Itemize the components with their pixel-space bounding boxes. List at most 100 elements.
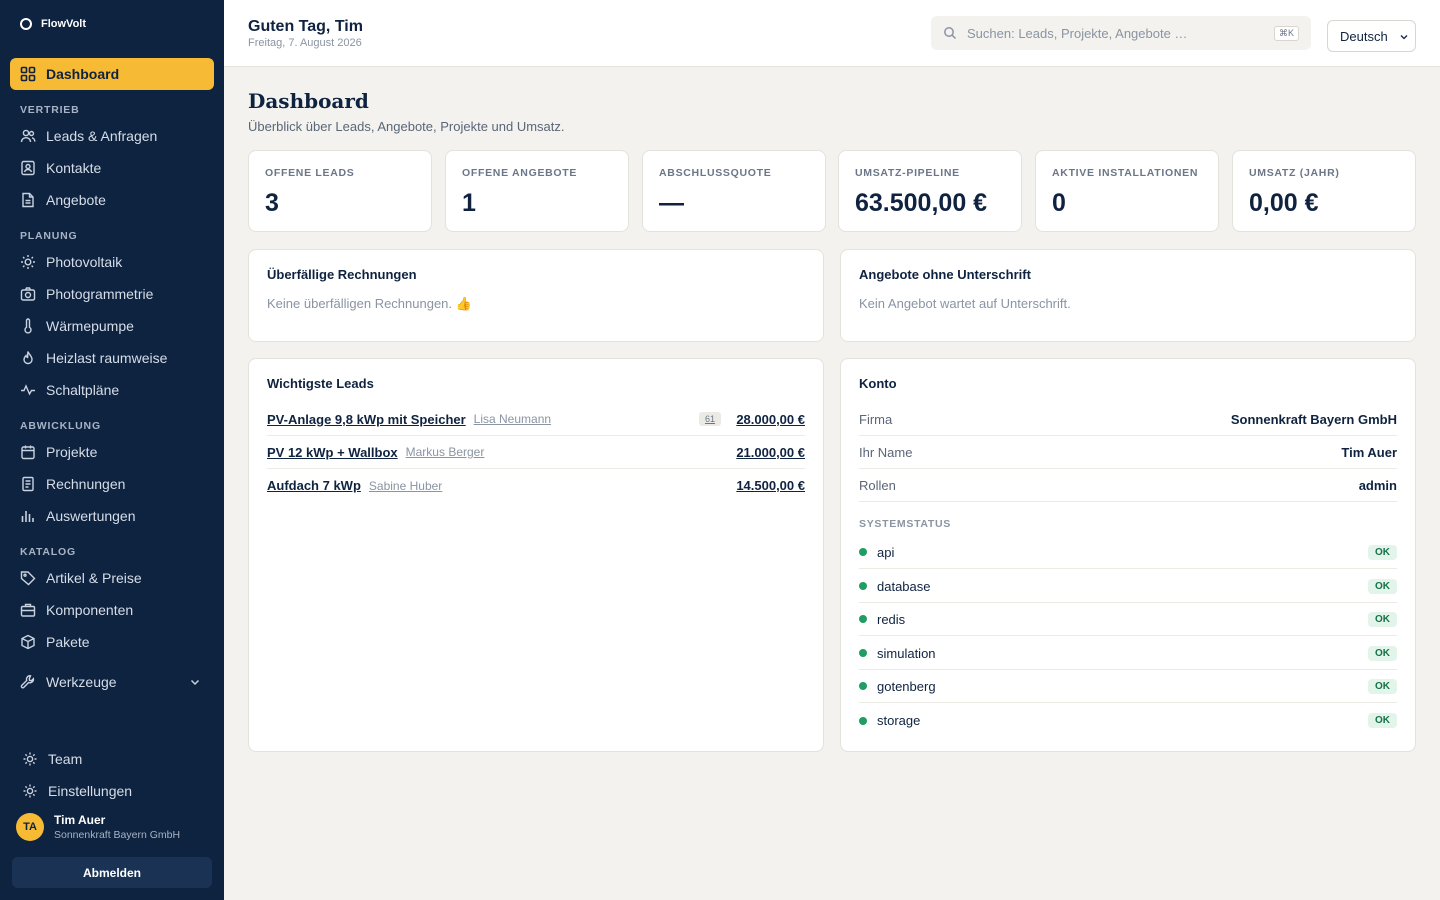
tag-icon — [20, 571, 36, 586]
sidebar-item-label: Rechnungen — [46, 476, 126, 492]
grid-icon — [20, 66, 36, 82]
stat-card-aktive-installationen[interactable]: AKTIVE INSTALLATIONEN 0 — [1035, 150, 1219, 232]
status-dot-icon — [859, 582, 867, 590]
sidebar-item-artikel[interactable]: Artikel & Preise — [10, 562, 214, 594]
sidebar-item-label: Pakete — [46, 634, 90, 650]
flame-icon — [23, 351, 33, 365]
stat-label: OFFENE LEADS — [265, 167, 355, 179]
invoice-icon — [22, 476, 34, 492]
sidebar-item-leads[interactable]: Leads & Anfragen — [10, 120, 214, 152]
card-title: Konto — [859, 376, 897, 391]
lead-row[interactable]: PV 12 kWp + Wallbox Markus Berger 21.000… — [267, 436, 805, 469]
lead-title-link[interactable]: Aufdach 7 kWp — [267, 478, 361, 493]
account-key: Firma — [859, 411, 893, 427]
users-icon — [20, 129, 36, 143]
card-title: Überfällige Rechnungen — [267, 267, 417, 282]
stat-value: 0,00 € — [1249, 189, 1319, 217]
sidebar-item-heizlast[interactable]: Heizlast raumweise — [10, 342, 214, 374]
stat-value: 1 — [462, 189, 476, 217]
lead-title-link[interactable]: PV 12 kWp + Wallbox — [267, 445, 398, 460]
service-name: redis — [877, 611, 906, 627]
logout-button[interactable]: Abmelden — [12, 857, 212, 888]
account-value: Tim Auer — [1341, 444, 1397, 460]
stat-card-abschlussquote[interactable]: ABSCHLUSSQUOTE — — [642, 150, 826, 232]
account-card: Konto Firma Sonnenkraft Bayern GmbH Ihr … — [840, 358, 1416, 752]
brand-logo[interactable]: FlowVolt — [20, 18, 86, 30]
system-status-row: simulation OK — [859, 637, 1397, 670]
sidebar-item-projekte[interactable]: Projekte — [10, 436, 214, 468]
lead-row[interactable]: Aufdach 7 kWp Sabine Huber 14.500,00 € — [267, 469, 805, 502]
account-row-firma: Firma Sonnenkraft Bayern GmbH — [859, 403, 1397, 436]
lead-person-link[interactable]: Sabine Huber — [369, 479, 442, 493]
sidebar-item-label: Schaltpläne — [46, 382, 120, 398]
stat-value: 63.500,00 € — [855, 189, 988, 217]
stat-value: — — [659, 189, 684, 217]
service-name: storage — [877, 713, 921, 728]
sidebar-item-einstellungen[interactable]: Einstellungen — [10, 775, 214, 807]
status-dot-icon — [859, 615, 867, 623]
sidebar-item-dashboard[interactable]: Dashboard — [10, 58, 214, 90]
sidebar-item-photovoltaik[interactable]: Photovoltaik — [10, 246, 214, 278]
gear-icon — [23, 784, 37, 798]
stat-label: UMSATZ (JAHR) — [1249, 167, 1340, 179]
briefcase-icon — [20, 603, 36, 617]
sidebar-item-schaltplaene[interactable]: Schaltpläne — [10, 374, 214, 406]
sidebar-item-werkzeuge[interactable]: Werkzeuge — [10, 666, 214, 698]
stat-card-umsatz-pipeline[interactable]: UMSATZ-PIPELINE 63.500,00 € — [838, 150, 1022, 232]
empty-message: Keine überfälligen Rechnungen. 👍 — [267, 296, 472, 311]
search-input[interactable] — [967, 25, 1257, 41]
lead-title-link[interactable]: PV-Anlage 9,8 kWp mit Speicher — [267, 412, 466, 427]
sidebar-item-label: Wärmepumpe — [46, 318, 134, 334]
page-subtitle: Überblick über Leads, Angebote, Projekte… — [248, 119, 565, 134]
sidebar-item-label: Leads & Anfragen — [46, 128, 158, 144]
sidebar-item-photogrammetrie[interactable]: Photogrammetrie — [10, 278, 214, 310]
account-key: Rollen — [859, 477, 896, 493]
sidebar-item-kontakte[interactable]: Kontakte — [10, 152, 214, 184]
user-profile[interactable]: TA Tim Auer Sonnenkraft Bayern GmbH — [16, 813, 180, 841]
unsigned-offers-card: Angebote ohne Unterschrift Kein Angebot … — [840, 249, 1416, 342]
lead-amount-link[interactable]: 21.000,00 € — [736, 445, 805, 460]
status-dot-icon — [859, 682, 867, 690]
brand-name: FlowVolt — [41, 18, 87, 30]
user-name: Tim Auer — [54, 813, 106, 827]
sidebar-item-komponenten[interactable]: Komponenten — [10, 594, 214, 626]
stat-card-umsatz-jahr[interactable]: UMSATZ (JAHR) 0,00 € — [1232, 150, 1416, 232]
stat-card-offene-leads[interactable]: OFFENE LEADS 3 — [248, 150, 432, 232]
lead-row[interactable]: PV-Anlage 9,8 kWp mit Speicher Lisa Neum… — [267, 403, 805, 436]
stat-value: 0 — [1052, 189, 1066, 217]
thermometer-icon — [24, 318, 32, 334]
language-select[interactable]: Deutsch — [1327, 20, 1416, 52]
top-leads-card: Wichtigste Leads PV-Anlage 9,8 kWp mit S… — [248, 358, 824, 752]
lead-amount-link[interactable]: 14.500,00 € — [736, 478, 805, 493]
avatar: TA — [16, 813, 44, 841]
account-row-name: Ihr Name Tim Auer — [859, 436, 1397, 469]
sidebar-item-auswertungen[interactable]: Auswertungen — [10, 500, 214, 532]
bar-chart-icon — [21, 511, 34, 522]
card-title: Wichtigste Leads — [267, 376, 374, 391]
stat-card-offene-angebote[interactable]: OFFENE ANGEBOTE 1 — [445, 150, 629, 232]
sidebar-item-label: Werkzeuge — [46, 674, 117, 690]
calendar-icon — [21, 445, 35, 460]
package-icon — [21, 634, 35, 650]
sidebar-item-label: Photovoltaik — [46, 254, 123, 270]
lead-amount-link[interactable]: 28.000,00 € — [736, 412, 805, 427]
stat-label: AKTIVE INSTALLATIONEN — [1052, 167, 1199, 179]
lead-person-link[interactable]: Lisa Neumann — [474, 412, 551, 426]
sidebar-item-label: Kontakte — [46, 160, 102, 176]
sidebar-item-rechnungen[interactable]: Rechnungen — [10, 468, 214, 500]
sidebar-item-waermepumpe[interactable]: Wärmepumpe — [10, 310, 214, 342]
lead-person-link[interactable]: Markus Berger — [406, 445, 485, 459]
search-bar[interactable]: ⌘K — [931, 16, 1311, 50]
sidebar-item-label: Heizlast raumweise — [46, 350, 168, 366]
sidebar-item-label: Dashboard — [46, 66, 120, 82]
sun-gear-icon — [23, 752, 37, 766]
card-title: Angebote ohne Unterschrift — [859, 267, 1031, 282]
section-vertrieb: VERTRIEB — [20, 104, 80, 116]
sidebar-item-angebote[interactable]: Angebote — [10, 184, 214, 216]
account-row-rollen: Rollen admin — [859, 469, 1397, 502]
sidebar-item-team[interactable]: Team — [10, 743, 214, 775]
document-icon — [22, 192, 34, 208]
sidebar-item-pakete[interactable]: Pakete — [10, 626, 214, 658]
sidebar-item-label: Artikel & Preise — [46, 570, 142, 586]
status-badge: OK — [1368, 544, 1397, 560]
